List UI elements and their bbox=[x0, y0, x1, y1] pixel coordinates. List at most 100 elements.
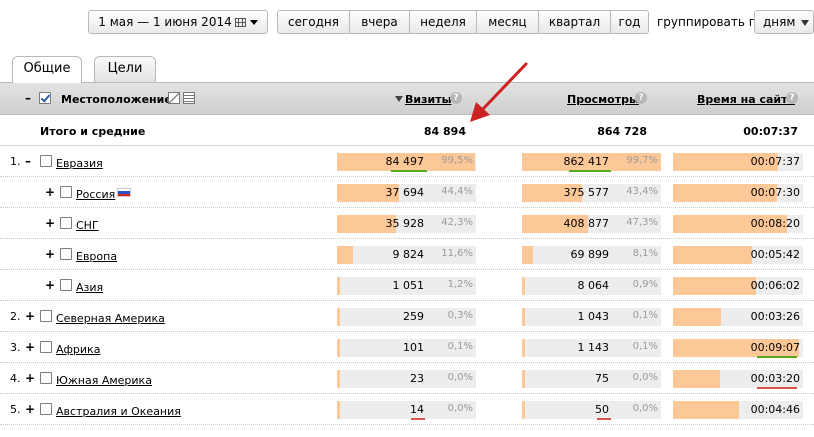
table-row: + СНГ 35 928 42,3% 408 877 47,3% 00:08:20 bbox=[0, 208, 814, 239]
views-bar-fill bbox=[522, 339, 525, 357]
time-bar-fill bbox=[673, 370, 720, 388]
tree-view-icon[interactable] bbox=[168, 92, 180, 104]
tab-general[interactable]: Общие bbox=[12, 56, 82, 83]
visits-percent: 0,0% bbox=[447, 403, 473, 414]
visits-value: 1 051 bbox=[392, 279, 425, 292]
views-value: 862 417 bbox=[563, 155, 610, 168]
tab-goals[interactable]: Цели bbox=[94, 56, 156, 82]
views-percent: 8,1% bbox=[632, 248, 658, 259]
table-row: + Азия 1 051 1,2% 8 064 0,9% 00:06:02 bbox=[0, 270, 814, 301]
group-by-label: группировать по bbox=[657, 15, 764, 29]
visits-column-header[interactable]: Визиты bbox=[405, 93, 452, 106]
location-link[interactable]: Европа bbox=[76, 250, 117, 263]
row-checkbox[interactable] bbox=[60, 186, 72, 198]
visits-bar: 14 0,0% bbox=[337, 401, 476, 419]
time-value: 00:06:02 bbox=[750, 279, 800, 292]
visits-percent: 42,3% bbox=[441, 217, 473, 228]
views-value: 375 577 bbox=[563, 186, 610, 199]
row-checkbox[interactable] bbox=[40, 372, 52, 384]
collapse-all-button[interactable]: – bbox=[25, 91, 31, 105]
period-year-button[interactable]: год bbox=[611, 11, 648, 33]
visits-value: 259 bbox=[403, 310, 424, 323]
table-header: – Местоположение Визиты ? Просмотры ? Вр… bbox=[0, 83, 814, 115]
visits-value: 9 824 bbox=[392, 248, 425, 261]
group-by-select[interactable]: дням bbox=[754, 10, 814, 34]
location-link[interactable]: Южная Америка bbox=[56, 374, 152, 387]
visits-percent: 44,4% bbox=[441, 186, 473, 197]
row-checkbox[interactable] bbox=[60, 248, 72, 260]
time-bar-fill bbox=[673, 246, 752, 264]
period-week-button[interactable]: неделя bbox=[410, 11, 477, 33]
location-link[interactable]: СНГ bbox=[76, 219, 99, 232]
totals-views: 864 728 bbox=[597, 125, 647, 138]
table-row: + Европа 9 824 11,6% 69 899 8,1% 00:05:42 bbox=[0, 239, 814, 270]
sort-desc-icon bbox=[395, 96, 403, 102]
visits-value: 23 bbox=[410, 372, 424, 385]
views-value: 1 143 bbox=[577, 341, 610, 354]
expand-button[interactable]: + bbox=[45, 278, 55, 292]
totals-row: Итого и средние 84 894 864 728 00:07:37 bbox=[0, 116, 814, 146]
time-column-header[interactable]: Время на сайте bbox=[697, 93, 795, 106]
expand-button[interactable]: + bbox=[25, 402, 35, 416]
period-today-button[interactable]: сегодня bbox=[278, 11, 350, 33]
views-percent: 99,7% bbox=[626, 155, 658, 166]
visits-percent: 99,5% bbox=[441, 155, 473, 166]
visits-value: 35 928 bbox=[385, 217, 425, 230]
visits-help-icon[interactable]: ? bbox=[450, 92, 462, 104]
period-quarter-button[interactable]: квартал bbox=[539, 11, 611, 33]
date-range-label: 1 мая — 1 июня 2014 bbox=[98, 15, 232, 29]
row-checkbox[interactable] bbox=[40, 341, 52, 353]
views-value: 408 877 bbox=[563, 217, 610, 230]
views-value: 1 043 bbox=[577, 310, 610, 323]
expand-button[interactable]: + bbox=[45, 185, 55, 199]
expand-button[interactable]: + bbox=[25, 309, 35, 323]
time-value: 00:05:42 bbox=[750, 248, 800, 261]
time-bar: 00:07:37 bbox=[673, 153, 803, 171]
totals-time: 00:07:37 bbox=[743, 125, 798, 138]
location-link[interactable]: Австралия и Океания bbox=[56, 405, 181, 418]
visits-percent: 11,6% bbox=[441, 248, 473, 259]
row-checkbox[interactable] bbox=[40, 310, 52, 322]
views-bar: 1 143 0,1% bbox=[522, 339, 661, 357]
visits-bar-fill bbox=[337, 277, 340, 295]
row-checkbox[interactable] bbox=[60, 279, 72, 291]
time-help-icon[interactable]: ? bbox=[786, 92, 798, 104]
location-link[interactable]: Россия bbox=[76, 188, 115, 201]
above-average-underline bbox=[391, 170, 427, 172]
views-bar: 75 0,0% bbox=[522, 370, 661, 388]
chevron-down-icon bbox=[801, 20, 809, 26]
expand-button[interactable]: + bbox=[45, 216, 55, 230]
views-bar-fill bbox=[522, 401, 525, 419]
table-row: + Россия 37 694 44,4% 375 577 43,4% 00:07… bbox=[0, 177, 814, 208]
views-column-header[interactable]: Просмотры bbox=[567, 93, 639, 106]
time-value: 00:04:46 bbox=[750, 403, 800, 416]
views-bar-fill bbox=[522, 277, 525, 295]
row-checkbox[interactable] bbox=[40, 403, 52, 415]
date-range-button[interactable]: 1 мая — 1 июня 2014 bbox=[88, 10, 268, 34]
row-checkbox[interactable] bbox=[40, 155, 52, 167]
collapse-button[interactable]: – bbox=[25, 154, 31, 168]
time-value: 00:03:20 bbox=[750, 372, 800, 385]
period-month-button[interactable]: месяц bbox=[477, 11, 539, 33]
views-help-icon[interactable]: ? bbox=[635, 92, 647, 104]
visits-bar-fill bbox=[337, 308, 340, 326]
location-link[interactable]: Азия bbox=[76, 281, 103, 294]
views-bar-fill bbox=[522, 308, 525, 326]
row-checkbox[interactable] bbox=[60, 217, 72, 229]
views-percent: 0,9% bbox=[632, 279, 658, 290]
group-by-value: дням bbox=[763, 15, 796, 29]
list-view-icon[interactable] bbox=[183, 92, 195, 104]
location-link[interactable]: Северная Америка bbox=[56, 312, 165, 325]
views-bar: 862 417 99,7% bbox=[522, 153, 661, 171]
location-link[interactable]: Африка bbox=[56, 343, 100, 356]
views-bar-fill bbox=[522, 370, 525, 388]
expand-button[interactable]: + bbox=[45, 247, 55, 261]
expand-button[interactable]: + bbox=[25, 371, 35, 385]
time-bar: 00:03:26 bbox=[673, 308, 803, 326]
expand-button[interactable]: + bbox=[25, 340, 35, 354]
location-link[interactable]: Евразия bbox=[56, 157, 103, 170]
period-yesterday-button[interactable]: вчера bbox=[350, 11, 410, 33]
visits-bar: 9 824 11,6% bbox=[337, 246, 476, 264]
time-bar: 00:08:20 bbox=[673, 215, 803, 233]
select-all-checkbox[interactable] bbox=[39, 92, 51, 104]
